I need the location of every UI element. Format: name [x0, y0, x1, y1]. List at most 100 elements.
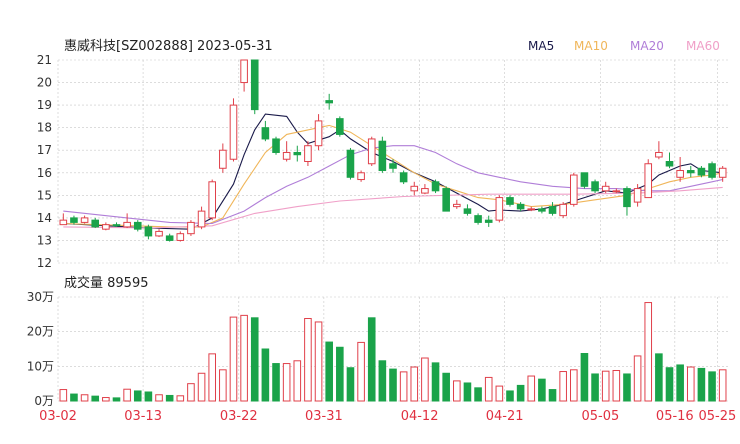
volume-bar — [708, 371, 716, 402]
volume-bar — [665, 367, 674, 402]
date-tick-label: 03-22 — [220, 409, 258, 424]
candle-body — [133, 221, 142, 230]
ma-legend: MA5 MA10 MA20 MA60 — [528, 39, 720, 53]
volume-tick-label: 20万 — [27, 325, 54, 339]
volume-tick-label: 30万 — [27, 290, 54, 304]
date-tick-label: 03-13 — [124, 409, 162, 424]
candle-body — [325, 100, 333, 104]
candle-body — [421, 188, 429, 194]
candle — [197, 206, 206, 230]
date-tick-label: 05-05 — [581, 409, 619, 424]
volume-bar — [314, 321, 323, 402]
candle — [282, 141, 291, 162]
candle-body — [495, 197, 504, 221]
candle-body — [516, 203, 525, 210]
volume-bar — [165, 394, 174, 402]
volume-bar — [569, 369, 578, 402]
candlesticks — [59, 59, 727, 242]
candle — [378, 136, 387, 173]
volume-bar — [367, 317, 376, 402]
candle — [176, 231, 185, 242]
volume-bar — [506, 390, 514, 402]
chart-title: 惠威科技[SZ002888] 2023-05-31 — [64, 39, 273, 54]
volume-bar — [559, 371, 567, 402]
legend-ma10: MA10 — [574, 39, 608, 53]
candle — [336, 116, 344, 137]
volume-bar — [272, 363, 280, 402]
volume-bar — [633, 355, 642, 402]
candle — [453, 199, 461, 209]
candle — [463, 204, 472, 216]
volume-bar — [442, 372, 450, 402]
volume-bar — [304, 317, 312, 402]
date-tick-label: 04-12 — [401, 409, 439, 424]
candle — [59, 213, 68, 226]
candle-body — [91, 219, 100, 228]
candle-body — [336, 118, 344, 135]
candle-body — [453, 203, 461, 208]
candle — [240, 59, 248, 92]
candle-body — [59, 219, 68, 226]
volume-bar — [378, 360, 387, 402]
candle — [91, 217, 100, 229]
candle — [314, 114, 323, 151]
candle-body — [686, 170, 695, 174]
candle — [655, 141, 663, 160]
volume-bar — [463, 382, 472, 402]
price-tick-label: 19 — [37, 98, 52, 112]
candle — [165, 233, 174, 242]
candle-body — [623, 188, 631, 208]
candle — [250, 59, 259, 115]
candle — [367, 136, 376, 167]
candle-body — [314, 120, 323, 147]
volume-bar — [229, 316, 238, 402]
candle-body — [569, 174, 578, 205]
legend-ma20: MA20 — [630, 39, 664, 53]
candle-body — [676, 170, 684, 178]
volume-bar — [102, 397, 110, 402]
candle-body — [697, 167, 706, 176]
volume-bar — [591, 373, 599, 402]
candle-body — [282, 151, 291, 160]
candle — [676, 156, 684, 182]
price-tick-label: 12 — [37, 256, 52, 270]
volume-bar — [80, 394, 89, 402]
ma-line-ma10 — [63, 124, 723, 228]
candle — [208, 179, 217, 221]
candle — [421, 184, 429, 195]
candle — [123, 213, 131, 229]
ma-line-ma20 — [63, 145, 723, 225]
volume-bar — [219, 369, 227, 402]
volume-bar — [548, 389, 557, 402]
legend-ma5: MA5 — [528, 39, 554, 53]
candle — [325, 93, 333, 110]
candle-body — [261, 127, 270, 140]
volume-bar — [686, 366, 695, 402]
volume-bar — [612, 369, 621, 402]
candle-body — [165, 235, 174, 241]
candle — [591, 179, 599, 194]
price-tick-label: 21 — [37, 53, 52, 67]
volume-bar — [399, 371, 408, 402]
stock-chart: 惠威科技[SZ002888] 2023-05-31 成交量 89595 MA5 M… — [0, 0, 740, 440]
candle — [442, 186, 450, 212]
candle-body — [474, 215, 482, 223]
candle-body — [506, 197, 514, 205]
candle — [293, 145, 302, 162]
date-tick-label: 03-02 — [39, 409, 77, 424]
candle — [357, 170, 365, 182]
candle-body — [197, 210, 206, 228]
candle-body — [293, 151, 302, 156]
candle-body — [304, 145, 312, 162]
volume-bar — [197, 372, 206, 402]
volume-bar — [495, 385, 504, 402]
candle-body — [176, 233, 185, 241]
candle-body — [144, 226, 153, 237]
date-tick-label: 03-31 — [305, 409, 343, 424]
candle — [261, 120, 270, 142]
volume-bar — [240, 314, 248, 402]
candle — [484, 215, 493, 227]
candle — [686, 166, 695, 178]
volume-bar — [389, 368, 397, 402]
candle — [304, 141, 312, 167]
